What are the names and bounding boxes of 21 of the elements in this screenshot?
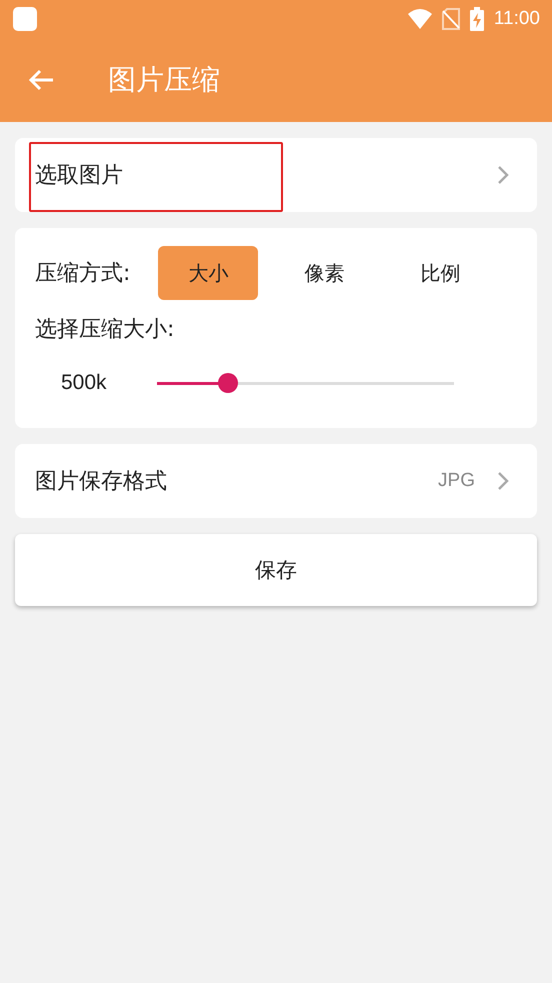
- slider-thumb[interactable]: [218, 373, 238, 393]
- status-time: 11:00: [494, 8, 540, 30]
- format-value: JPG: [438, 470, 475, 492]
- size-label: 选择压缩大小:: [35, 316, 176, 344]
- size-value: 500k: [61, 371, 108, 395]
- mode-option[interactable]: 像素: [274, 246, 374, 300]
- format-row[interactable]: 图片保存格式 JPG: [15, 444, 537, 518]
- pick-image-row[interactable]: 选取图片: [15, 138, 537, 212]
- battery-charging-icon: [470, 7, 484, 31]
- toolbar-title: 图片压缩: [108, 62, 220, 98]
- wifi-icon: [408, 9, 432, 29]
- format-label: 图片保存格式: [35, 468, 167, 496]
- no-sim-icon: [442, 8, 460, 30]
- app-icon: [12, 6, 38, 32]
- mode-option[interactable]: 比例: [390, 246, 490, 300]
- mode-label: 压缩方式:: [35, 260, 130, 288]
- chevron-right-icon: [497, 165, 509, 185]
- save-button[interactable]: 保存: [15, 534, 537, 606]
- pick-image-label: 选取图片: [35, 162, 123, 190]
- mode-option[interactable]: 大小: [158, 246, 258, 300]
- chevron-right-icon: [497, 471, 509, 491]
